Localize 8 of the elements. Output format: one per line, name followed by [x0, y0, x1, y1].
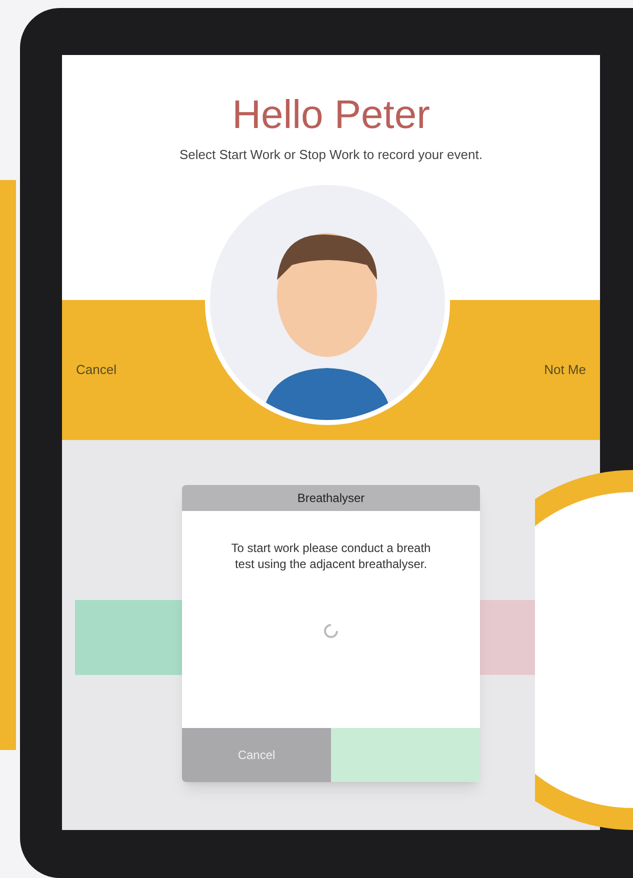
- dialog-message: To start work please conduct a breath test using the adjacent breathalyser.: [230, 541, 432, 572]
- greeting-title: Hello Peter: [232, 95, 430, 135]
- confirm-button[interactable]: [331, 728, 480, 782]
- instruction-text: Select Start Work or Stop Work to record your event.: [180, 146, 482, 164]
- loading-spinner-icon: [322, 622, 340, 640]
- not-me-link[interactable]: Not Me: [544, 360, 586, 380]
- dialog-title: Breathalyser: [182, 485, 480, 511]
- cancel-link[interactable]: Cancel: [76, 360, 116, 380]
